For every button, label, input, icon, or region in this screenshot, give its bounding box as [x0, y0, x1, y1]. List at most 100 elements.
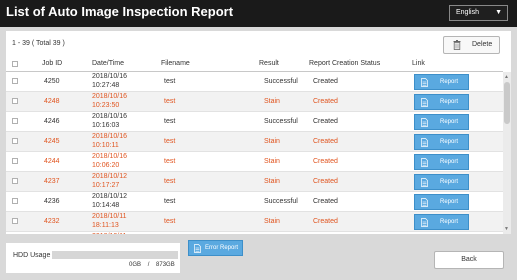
hdd-usage-bar [52, 251, 178, 259]
row-checkbox[interactable] [12, 158, 18, 164]
report-button[interactable]: Report [414, 114, 469, 130]
job-id-cell: 4236 [44, 198, 60, 205]
table-row: 2018/10/11Report [6, 232, 503, 234]
date-time-cell: 2018/10/16 10:16:03 [92, 113, 127, 130]
filename-cell: test [164, 218, 176, 225]
report-table-body: 4250 2018/10/16 10:27:48 test Successful Crea… [6, 72, 503, 234]
hdd-used: 0GB [129, 262, 142, 268]
document-icon [421, 178, 428, 187]
document-icon [421, 138, 428, 147]
report-button[interactable]: Report [414, 94, 469, 110]
time-text: 10:16:03 [92, 121, 120, 129]
scroll-thumb[interactable] [504, 82, 510, 124]
filename-cell: test [164, 98, 176, 105]
date-time-cell: 2018/10/16 10:06:20 [92, 153, 127, 170]
row-checkbox[interactable] [12, 198, 18, 204]
date-text: 2018/10/11 [92, 233, 127, 234]
document-icon [421, 218, 428, 227]
record-count: 1 - 39 ( Total 39 ) [12, 40, 65, 47]
trash-icon [453, 40, 461, 50]
delete-button[interactable]: Delete [443, 36, 500, 54]
time-text: 10:10:11 [92, 141, 119, 149]
status-cell: Created [313, 98, 338, 105]
result-cell: Successful [264, 78, 298, 85]
status-cell: Created [313, 118, 338, 125]
language-select[interactable]: English ▼ [449, 5, 508, 21]
hdd-usage-panel: HDD Usage 0GB / 873GB [6, 243, 180, 273]
row-checkbox[interactable] [12, 78, 18, 84]
time-text: 10:23:50 [92, 101, 120, 109]
document-icon [421, 98, 428, 107]
table-row: 4237 2018/10/12 10:17:27 test Stain Created Re… [6, 172, 503, 192]
date-text: 2018/10/16 [92, 93, 128, 100]
date-text: 2018/10/16 [92, 133, 128, 140]
table-row: 4250 2018/10/16 10:27:48 test Successful Crea… [6, 72, 503, 92]
report-button-label: Report [440, 199, 459, 205]
column-header-result[interactable]: Result [259, 60, 279, 67]
status-cell: Created [313, 78, 338, 85]
table-scrollbar[interactable]: ▲ ▼ [503, 72, 511, 234]
date-text: 2018/10/16 [92, 113, 128, 120]
date-text: 2018/10/16 [92, 153, 128, 160]
delete-button-label: Delete [472, 41, 493, 48]
document-icon [421, 198, 428, 207]
job-id-cell: 4246 [44, 118, 60, 125]
time-text: 10:27:48 [92, 81, 120, 89]
report-button[interactable]: Report [414, 74, 469, 90]
document-icon [421, 118, 428, 127]
chevron-down-icon: ▼ [495, 9, 502, 16]
report-button[interactable]: Report [414, 174, 469, 190]
report-button[interactable]: Report [414, 194, 469, 210]
filename-cell: test [164, 198, 176, 205]
report-list-panel: 1 - 39 ( Total 39 ) Delete Job ID Date/T… [6, 31, 511, 234]
report-button[interactable]: Report [414, 134, 469, 150]
job-id-cell: 4232 [44, 218, 60, 225]
column-header-date-time[interactable]: Date/Time [92, 60, 124, 67]
date-text: 2018/10/12 [92, 193, 128, 200]
time-text: 10:06:20 [92, 161, 120, 169]
job-id-cell: 4250 [44, 78, 60, 85]
row-checkbox[interactable] [12, 178, 18, 184]
result-cell: Stain [264, 138, 280, 145]
date-time-cell: 2018/10/16 10:10:11 [92, 133, 127, 150]
table-row: 4245 2018/10/16 10:10:11 test Stain Created Re… [6, 132, 503, 152]
page-title: List of Auto Image Inspection Report [6, 4, 234, 19]
row-checkbox[interactable] [12, 118, 18, 124]
date-time-cell: 2018/10/11 [92, 233, 127, 234]
column-header-filename[interactable]: Filename [161, 60, 190, 67]
filename-cell: test [164, 138, 176, 145]
result-cell: Stain [264, 218, 280, 225]
row-checkbox[interactable] [12, 218, 18, 224]
date-time-cell: 2018/10/12 10:14:48 [92, 193, 127, 210]
scroll-up-icon[interactable]: ▲ [504, 74, 509, 80]
table-row: 4244 2018/10/16 10:06:20 test Stain Created Re… [6, 152, 503, 172]
hdd-separator: / [147, 262, 150, 268]
row-checkbox[interactable] [12, 98, 18, 104]
status-cell: Created [313, 218, 338, 225]
report-button-label: Report [440, 139, 459, 145]
date-time-cell: 2018/10/16 10:23:50 [92, 93, 127, 110]
table-row: 4236 2018/10/12 10:14:48 test Successful Crea… [6, 192, 503, 212]
report-button-label: Report [440, 119, 459, 125]
column-header-job-id[interactable]: Job ID [42, 60, 62, 67]
report-button[interactable]: Report [414, 154, 469, 170]
status-cell: Created [313, 198, 338, 205]
column-header-report-status[interactable]: Report Creation Status [309, 60, 380, 67]
back-button[interactable]: Back [434, 251, 504, 269]
filename-cell: test [164, 118, 176, 125]
error-report-button[interactable]: Error Report [188, 240, 243, 256]
result-cell: Successful [264, 198, 298, 205]
date-time-cell: 2018/10/16 10:27:48 [92, 73, 127, 90]
report-button[interactable]: Report [414, 214, 469, 230]
report-button-label: Report [440, 219, 459, 225]
table-row: 4232 2018/10/11 18:11:13 test Stain Created Re… [6, 212, 503, 232]
job-id-cell: 4248 [44, 98, 60, 105]
column-header-link: Link [412, 60, 425, 67]
result-cell: Stain [264, 98, 280, 105]
table-row: 4248 2018/10/16 10:23:50 test Stain Created Re… [6, 92, 503, 112]
hdd-total: 873GB [156, 262, 175, 268]
row-checkbox[interactable] [12, 138, 18, 144]
hdd-usage-value: 0GB / 873GB [129, 262, 175, 268]
select-all-checkbox[interactable] [12, 61, 18, 67]
scroll-down-icon[interactable]: ▼ [504, 226, 509, 232]
